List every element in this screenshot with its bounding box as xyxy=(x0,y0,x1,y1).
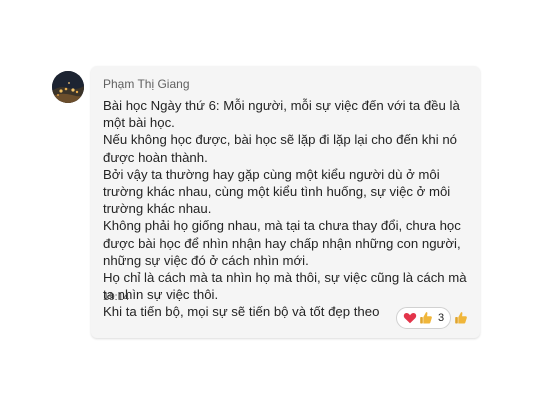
message-line: Bởi vậy ta thường hay gặp cùng một kiểu … xyxy=(103,166,451,217)
message-line: Không phải họ giống nhau, mà tại ta chưa… xyxy=(103,218,461,268)
thumbs-up-icon xyxy=(454,311,468,325)
sender-name: Phạm Thị Giang xyxy=(103,77,190,91)
avatar[interactable] xyxy=(52,71,84,103)
message-line: Nếu không học được, bài học sẽ lặp đi lặ… xyxy=(103,132,457,165)
reactions-summary[interactable]: 3 xyxy=(396,307,452,329)
chat-message: Phạm Thị Giang Bài học Ngày thứ 6: Mỗi n… xyxy=(0,0,533,400)
message-bubble[interactable]: Phạm Thị Giang Bài học Ngày thứ 6: Mỗi n… xyxy=(91,66,480,338)
message-line: Họ chỉ là cách mà ta nhìn họ mà thôi, sự… xyxy=(103,270,467,303)
heart-icon xyxy=(403,311,417,325)
add-reaction-button[interactable] xyxy=(450,307,472,329)
thumbs-up-icon xyxy=(419,311,433,325)
message-line: Bài học Ngày thứ 6: Mỗi người, mỗi sự vi… xyxy=(103,98,460,131)
message-timestamp: 19:14 xyxy=(103,291,130,303)
reaction-count: 3 xyxy=(438,312,445,324)
message-body: Bài học Ngày thứ 6: Mỗi người, mỗi sự vi… xyxy=(103,97,471,321)
